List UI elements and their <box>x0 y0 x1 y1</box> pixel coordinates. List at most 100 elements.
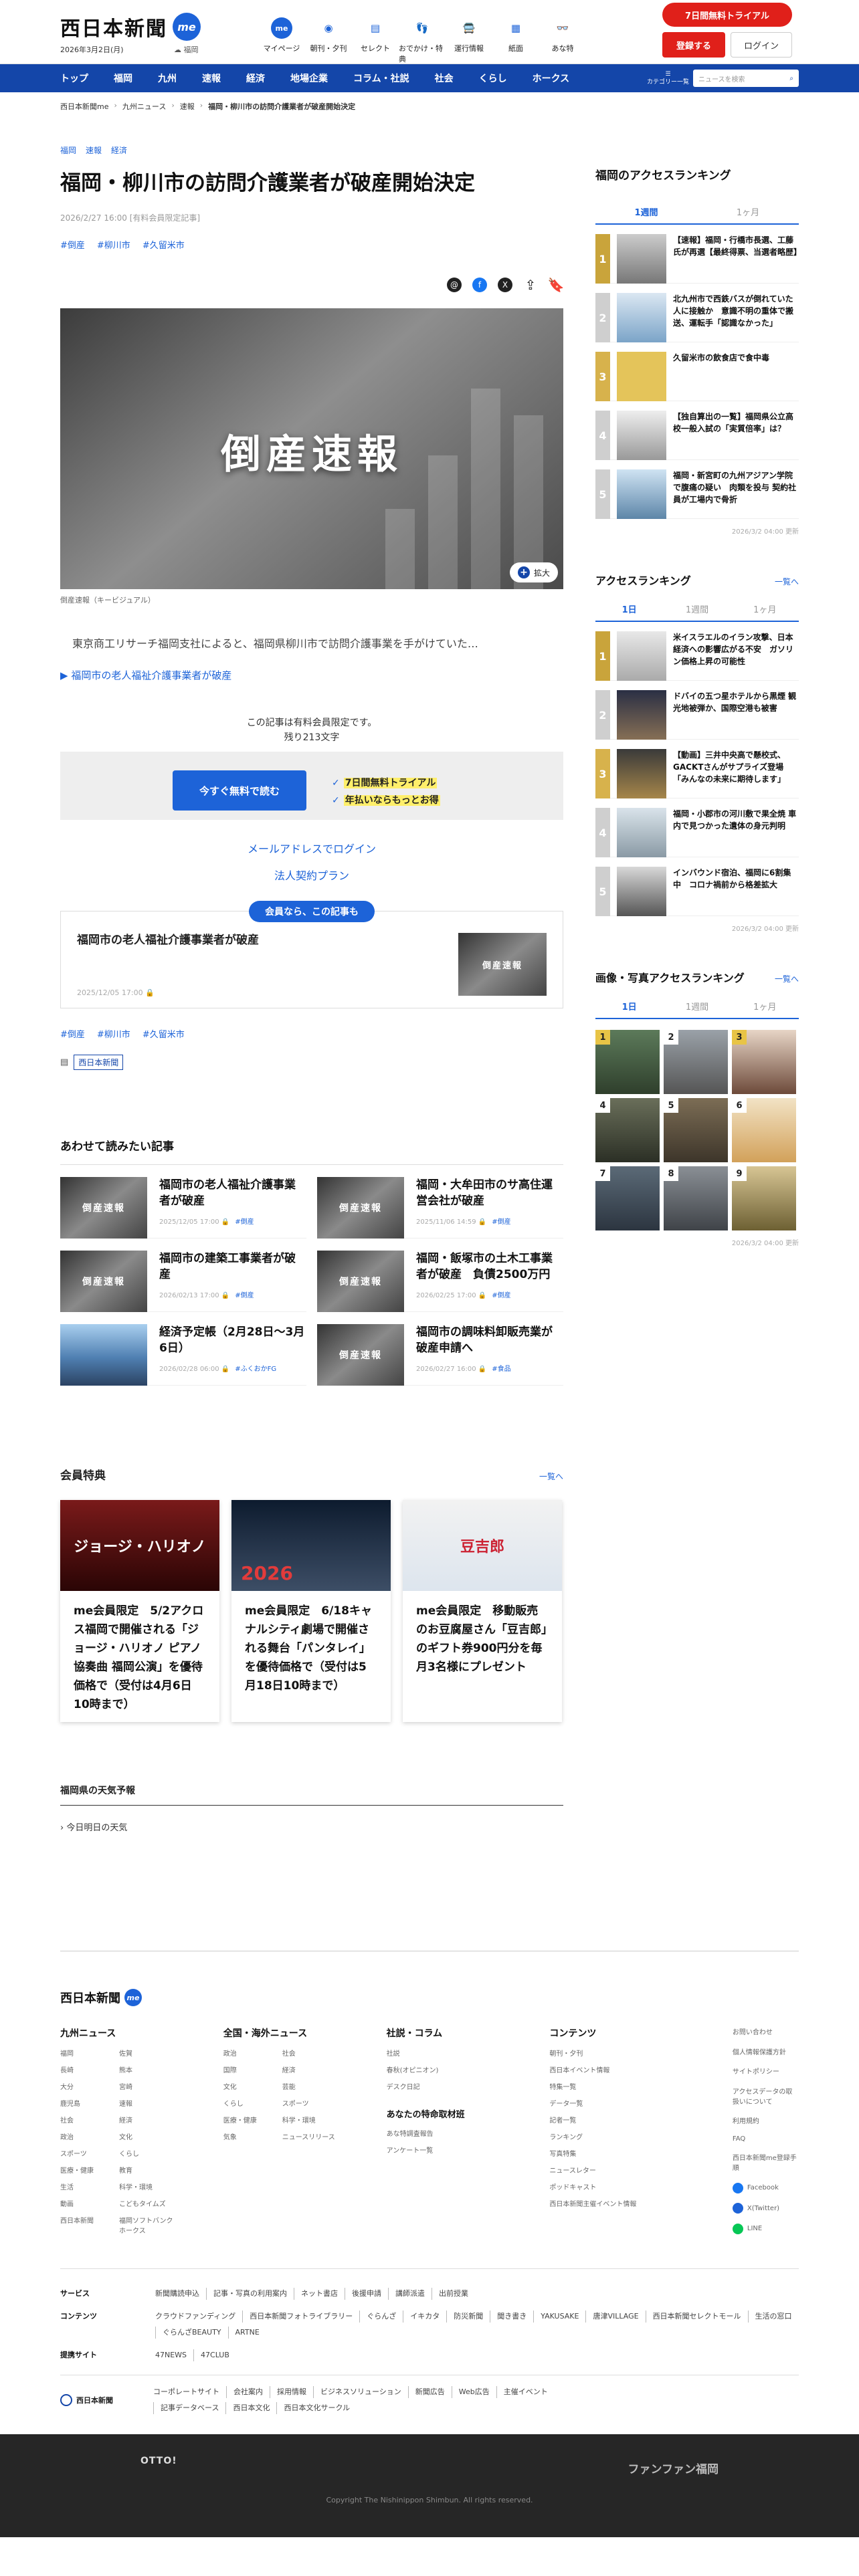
recommend-item[interactable]: 倒産速報 福岡市の建築工事業者が破産 2026/02/13 17:00 🔒 #倒産 <box>60 1239 306 1312</box>
footer-link[interactable]: 西日本イベント情報 <box>549 2064 733 2074</box>
related-link[interactable]: ▶ 福岡市の老人福祉介護事業者が破産 <box>60 668 563 682</box>
footer-link[interactable]: ニュースリリース <box>282 2131 341 2141</box>
footer-link[interactable]: 教育 <box>119 2165 178 2175</box>
anatoku-link[interactable]: 👓 あな特 <box>539 17 586 64</box>
partner-link[interactable]: 47CLUB <box>193 2349 236 2361</box>
nav-hawks[interactable]: ホークス <box>520 72 583 85</box>
ranking-item[interactable]: 1 【速報】福岡・行橋市長選、工藤氏が再選【最終得票、当選者略歴】 <box>595 225 801 284</box>
footer-link[interactable]: 気象 <box>223 2131 282 2141</box>
photo-item[interactable]: 8 <box>664 1166 728 1230</box>
footer-link[interactable]: 社説 <box>387 2048 550 2058</box>
nav-life[interactable]: くらし <box>466 72 520 85</box>
bookmark-icon[interactable]: 🔖 <box>548 277 565 293</box>
service-link[interactable]: ネット書店 <box>294 2288 345 2300</box>
footer-link[interactable]: 朝刊・夕刊 <box>549 2048 733 2058</box>
fanfan-logo[interactable]: ファンファン福岡 <box>628 2460 719 2476</box>
recommend-item[interactable]: 倒産速報 福岡市の調味料卸販売業が破産申請へ 2026/02/27 16:00 🔒 #… <box>317 1312 563 1386</box>
footer-link[interactable]: 動画 <box>60 2198 119 2208</box>
footer-link[interactable]: 西日本新聞 <box>60 2215 119 2235</box>
photo-item[interactable]: 2 <box>664 1030 728 1094</box>
content-link[interactable]: 西日本新聞フォトライブラリー <box>242 2311 359 2323</box>
service-link[interactable]: 記事・写真の利用案内 <box>206 2288 294 2300</box>
service-link[interactable]: 後援申請 <box>345 2288 388 2300</box>
ranking-item[interactable]: 2 北九州市で西鉄バスが倒れていた人に接触か 意識不明の重体で搬送、運転手「認識な… <box>595 284 799 342</box>
category-link[interactable]: 経済 <box>111 144 127 156</box>
footer-link[interactable]: スポーツ <box>282 2098 341 2108</box>
breadcrumb-breaking[interactable]: 速報 <box>180 101 195 112</box>
category-menu-button[interactable]: ☰ カテゴリー一覧 <box>647 70 689 86</box>
photo-item[interactable]: 1 <box>595 1030 660 1094</box>
footer-info-link[interactable]: FAQ <box>733 2135 799 2145</box>
content-link[interactable]: クラウドファンディング <box>155 2311 242 2323</box>
footer-link[interactable]: ランキング <box>549 2131 733 2141</box>
nav-kyushu[interactable]: 九州 <box>145 72 189 85</box>
footer-info-link[interactable]: 利用規約 <box>733 2115 799 2127</box>
ranking-item[interactable]: 2 ドバイの五つ星ホテルから黒煙 観光地被弾か、国際空港も被害 <box>595 681 799 740</box>
recommend-item[interactable]: 倒産速報 福岡市の老人福祉介護事業者が破産 2025/12/05 17:00 🔒 #倒… <box>60 1165 306 1239</box>
corporate-plan-link[interactable]: 法人契約プラン <box>60 867 563 883</box>
corporate-link[interactable]: 会社案内 <box>226 2386 270 2398</box>
service-link[interactable]: 新聞購読申込 <box>155 2288 206 2300</box>
footer-link[interactable]: 経済 <box>119 2115 178 2125</box>
x-icon[interactable]: X <box>498 278 512 292</box>
ranking-item[interactable]: 1 米イスラエルのイラン攻撃、日本経済への影響広がる不安 ガソリン価格上昇の可能性 <box>595 622 799 681</box>
footer-link[interactable]: 福岡 <box>60 2048 119 2058</box>
threads-icon[interactable]: @ <box>447 278 462 292</box>
corporate-link[interactable]: 主催イベント <box>496 2386 555 2398</box>
footer-link[interactable]: スポーツ <box>60 2148 119 2158</box>
ranking-item[interactable]: 4 福岡・小郡市の河川敷で果全焼 車内で見つかった遺体の身元判明 <box>595 798 799 857</box>
footer-info-link[interactable]: アクセスデータの取扱いについて <box>733 2086 799 2108</box>
tab-1week[interactable]: 1週間 <box>595 200 697 223</box>
ranking-item[interactable]: 4 【独自算出の一覧】福岡県公立高校一般入試の「実質倍率」は？ <box>595 401 799 460</box>
footer-link[interactable]: 速報 <box>119 2098 178 2108</box>
nav-breaking[interactable]: 速報 <box>189 72 233 85</box>
footer-link[interactable]: 経済 <box>282 2064 341 2074</box>
content-link[interactable]: 西日本新聞セレクトモール <box>645 2311 748 2323</box>
corporate-link[interactable]: ビジネスソリューション <box>313 2386 408 2398</box>
edition-link[interactable]: ◉ 朝刊・夕刊 <box>305 17 352 64</box>
corporate-link[interactable]: 採用情報 <box>270 2386 313 2398</box>
sns-link[interactable]: LINE <box>732 2223 799 2236</box>
footer-link[interactable]: 春秋(オピニオン) <box>387 2064 550 2074</box>
footer-link[interactable]: 宮崎 <box>119 2081 178 2091</box>
outing-link[interactable]: 👣 おでかけ・特典 <box>399 17 446 64</box>
footer-link[interactable]: 科学・環境 <box>119 2181 178 2191</box>
footer-info-link[interactable]: サイトポリシー <box>733 2066 799 2078</box>
trial-button[interactable]: 7日間無料トライアル <box>662 3 792 27</box>
corporate-link[interactable]: 記事データベース <box>153 2402 225 2414</box>
paper-link[interactable]: ▦ 紙面 <box>492 17 539 64</box>
nav-fukuoka[interactable]: 福岡 <box>101 72 145 85</box>
weather-link[interactable]: › 今日明日の天気 <box>60 1820 799 1833</box>
footer-link[interactable]: 文化 <box>223 2081 282 2091</box>
facebook-icon[interactable]: f <box>472 278 487 292</box>
publisher-badge[interactable]: 西日本新聞 <box>74 1055 124 1070</box>
photo-item[interactable]: 6 <box>732 1098 796 1162</box>
corp-logo[interactable]: 西日本新聞 <box>60 2386 113 2414</box>
content-link[interactable]: YAKUSAKE <box>533 2311 585 2323</box>
tag-link[interactable]: #倒産 <box>60 238 85 251</box>
content-link[interactable]: ARTNE <box>227 2327 266 2339</box>
ranking-item[interactable]: 5 インバウンド宿泊、福岡に6割集中 コロナ禍前から格差拡大 <box>595 857 799 916</box>
footer-link[interactable]: こどもタイムズ <box>119 2198 178 2208</box>
footer-link[interactable]: 長崎 <box>60 2064 119 2074</box>
footer-link[interactable]: 記者一覧 <box>549 2115 733 2125</box>
footer-info-link[interactable]: 個人情報保護方針 <box>733 2046 799 2058</box>
service-link[interactable]: 講師派遣 <box>388 2288 432 2300</box>
footer-link[interactable]: 文化 <box>119 2131 178 2141</box>
tab-1month[interactable]: 1ヶ月 <box>731 597 799 621</box>
service-link[interactable]: 出前授業 <box>432 2288 475 2300</box>
tab-1day[interactable]: 1日 <box>595 994 663 1018</box>
photo-item[interactable]: 9 <box>732 1166 796 1230</box>
footer-link[interactable]: 医療・健康 <box>223 2115 282 2125</box>
search-input[interactable]: ニュースを検索 ⌕ <box>693 70 799 87</box>
sns-link[interactable]: Facebook <box>732 2182 799 2195</box>
photo-item[interactable]: 3 <box>732 1030 796 1094</box>
tab-1day[interactable]: 1日 <box>595 597 663 621</box>
content-link[interactable]: ぐらんざ <box>359 2311 403 2323</box>
footer-link[interactable]: 社会 <box>282 2048 341 2058</box>
otto-logo[interactable]: OTTO! <box>140 2456 177 2466</box>
corporate-link[interactable]: 西日本文化 <box>225 2402 276 2414</box>
footer-link[interactable]: 西日本新聞主催イベント情報 <box>549 2198 733 2208</box>
benefit-card[interactable]: ジョージ・ハリオノ me会員限定 5/2アクロス福岡で開催される「ジョージ・ハリ… <box>60 1500 219 1722</box>
photo-more-link[interactable]: 一覧へ <box>775 973 799 984</box>
